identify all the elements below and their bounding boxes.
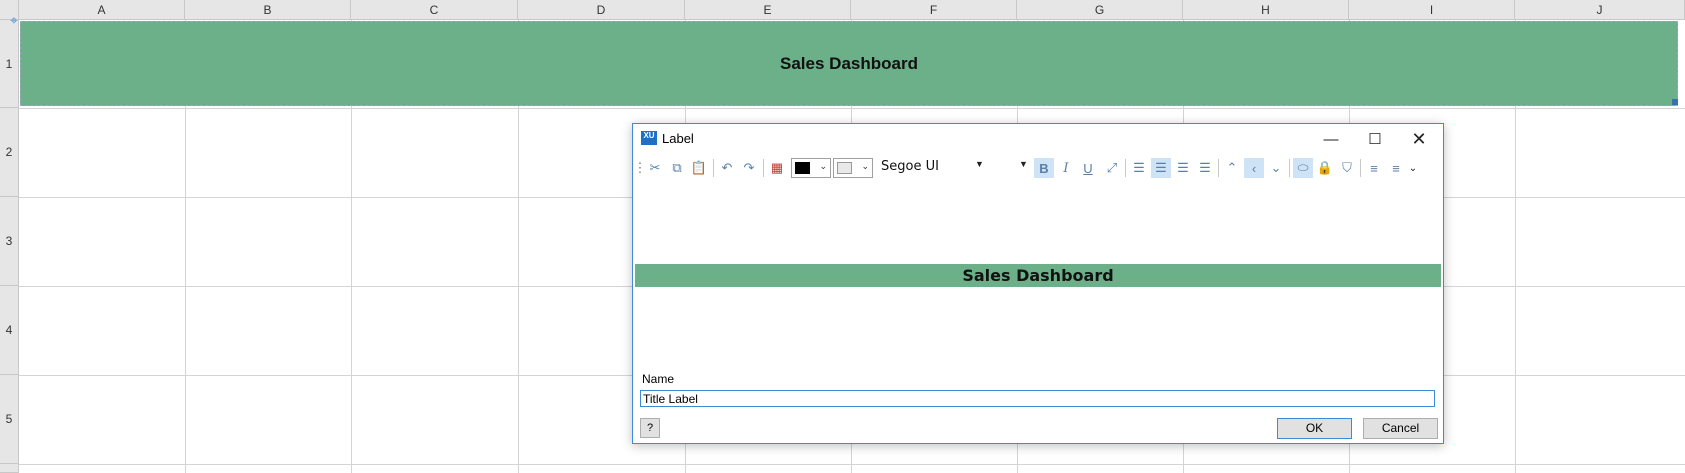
minimize-button[interactable]: — — [1309, 124, 1353, 154]
copy-icon[interactable]: ⧉ — [667, 158, 687, 178]
font-name-select[interactable]: Segoe UI — [881, 159, 939, 174]
align-bottom-icon[interactable]: ⌄ — [1266, 158, 1286, 178]
column-header-i[interactable]: I — [1349, 0, 1515, 20]
column-header-g[interactable]: G — [1017, 0, 1183, 20]
maximize-button[interactable]: ☐ — [1353, 124, 1397, 154]
text-color-picker[interactable]: ⌄ — [791, 158, 831, 178]
close-button[interactable]: ✕ — [1397, 124, 1441, 154]
paste-icon[interactable]: 📋 — [689, 158, 709, 178]
title-label-control[interactable]: Sales Dashboard — [20, 21, 1678, 106]
app-logo-icon: XU — [641, 131, 657, 145]
font-size-dropdown-icon[interactable]: ▼ — [1019, 159, 1028, 169]
chevron-down-icon: ⌄ — [819, 161, 827, 171]
lock-icon[interactable]: 🔒 — [1315, 158, 1335, 178]
tag-icon[interactable]: ⛉ — [1337, 158, 1357, 178]
name-field-label: Name — [642, 372, 675, 386]
text-color-swatch — [795, 162, 810, 174]
move-anchor-icon[interactable]: ⌖ — [10, 13, 24, 27]
numbered-list-icon[interactable]: ≡ — [1386, 158, 1406, 178]
undo-icon[interactable]: ↶ — [717, 158, 737, 178]
toolbar-separator — [1125, 159, 1126, 177]
format-toolbar: ⋮ ✂ ⧉ 📋 ↶ ↷ ▦ ⌄ ⌄ Segoe UI ▼ ▼ B I U ⤢ ☰… — [634, 154, 1439, 182]
dialog-title: Label — [662, 131, 694, 146]
toolbar-separator — [1360, 159, 1361, 177]
column-header-f[interactable]: F — [851, 0, 1017, 20]
toolbar-separator — [1218, 159, 1219, 177]
align-justify-icon[interactable]: ☰ — [1195, 158, 1215, 178]
redo-icon[interactable]: ↷ — [739, 158, 759, 178]
chevron-down-icon: ⌄ — [861, 161, 869, 171]
toolbar-separator — [713, 159, 714, 177]
label-shape-icon[interactable]: ⬭ — [1293, 158, 1313, 178]
column-header-d[interactable]: D — [518, 0, 685, 20]
column-header-a[interactable]: A — [19, 0, 185, 20]
align-center-icon[interactable]: ☰ — [1151, 158, 1171, 178]
label-preview: Sales Dashboard — [635, 264, 1441, 287]
row-header-5[interactable]: 5 — [0, 375, 19, 464]
label-dialog: XU Label — ☐ ✕ ⋮ ✂ ⧉ 📋 ↶ ↷ ▦ ⌄ ⌄ Segoe U… — [632, 123, 1444, 444]
font-name-dropdown-icon[interactable]: ▼ — [975, 159, 984, 169]
dialog-titlebar[interactable]: XU Label — ☐ ✕ — [633, 124, 1443, 154]
gridline — [19, 108, 1685, 109]
align-right-icon[interactable]: ☰ — [1173, 158, 1193, 178]
column-header-c[interactable]: C — [351, 0, 518, 20]
toolbar-grip-icon[interactable]: ⋮ — [634, 158, 647, 178]
row-header-4[interactable]: 4 — [0, 286, 19, 375]
gridline — [19, 464, 1685, 465]
row-header-1[interactable]: 1 — [0, 20, 19, 108]
resize-handle[interactable] — [1672, 99, 1678, 105]
ok-button[interactable]: OK — [1277, 418, 1352, 439]
row-header-6[interactable] — [0, 464, 19, 473]
toolbar-overflow-icon[interactable]: ⌄ — [1406, 158, 1420, 178]
help-button[interactable]: ? — [640, 418, 660, 438]
row-header-2[interactable]: 2 — [0, 108, 19, 197]
bold-icon[interactable]: B — [1034, 158, 1054, 178]
cut-icon[interactable]: ✂ — [645, 158, 665, 178]
italic-icon[interactable]: I — [1056, 158, 1076, 178]
cancel-button[interactable]: Cancel — [1363, 418, 1438, 439]
underline-icon[interactable]: U — [1078, 158, 1098, 178]
row-header-3[interactable]: 3 — [0, 197, 19, 286]
column-header-b[interactable]: B — [185, 0, 351, 20]
cell-style-icon[interactable]: ▦ — [767, 158, 787, 178]
align-top-icon[interactable]: ⌃ — [1222, 158, 1242, 178]
toolbar-separator — [763, 159, 764, 177]
column-header-h[interactable]: H — [1183, 0, 1349, 20]
background-color-swatch — [837, 162, 852, 174]
align-left-icon[interactable]: ☰ — [1129, 158, 1149, 178]
name-input[interactable] — [640, 390, 1435, 407]
column-header-j[interactable]: J — [1515, 0, 1685, 20]
column-header-e[interactable]: E — [685, 0, 851, 20]
toolbar-separator — [1289, 159, 1290, 177]
align-middle-icon[interactable]: ‹ — [1244, 158, 1264, 178]
bullet-list-icon[interactable]: ≡ — [1364, 158, 1384, 178]
background-color-picker[interactable]: ⌄ — [833, 158, 873, 178]
autofit-icon[interactable]: ⤢ — [1102, 158, 1122, 178]
